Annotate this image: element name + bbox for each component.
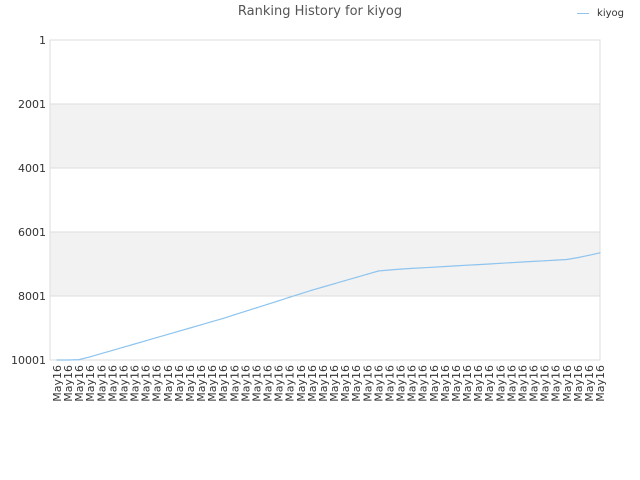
data-point — [189, 327, 191, 329]
data-point — [255, 307, 258, 309]
data-point — [222, 317, 224, 319]
data-point — [78, 359, 80, 361]
data-point — [444, 265, 446, 268]
data-point — [156, 336, 158, 339]
data-point — [532, 260, 535, 263]
data-point — [133, 343, 136, 345]
data-point — [555, 259, 557, 261]
data-point — [488, 263, 490, 265]
data-point — [322, 286, 324, 288]
data-point — [399, 268, 402, 270]
data-point — [211, 320, 213, 323]
data-point — [477, 264, 479, 266]
y-tick-label: 10001 — [11, 354, 46, 367]
data-point — [167, 333, 169, 335]
data-point — [333, 283, 335, 285]
data-point — [122, 346, 125, 348]
data-point — [433, 266, 435, 268]
data-point — [266, 303, 269, 305]
data-point — [311, 289, 313, 291]
data-point — [411, 267, 413, 270]
data-point — [278, 300, 280, 302]
plot-border — [49, 39, 601, 361]
data-point — [499, 262, 501, 264]
data-point — [300, 293, 302, 295]
data-point — [521, 261, 524, 263]
data-point — [455, 265, 457, 267]
y-tick-label: 6001 — [18, 226, 46, 239]
data-point — [577, 256, 579, 259]
data-point — [388, 269, 391, 271]
line-chart: 1200140016001800110001May16May16May16May… — [11, 34, 607, 402]
data-point — [244, 310, 246, 312]
y-tick-label: 4001 — [18, 162, 46, 175]
data-point — [344, 280, 346, 282]
data-point — [422, 267, 424, 269]
data-point — [56, 359, 58, 361]
data-point — [599, 252, 601, 254]
data-point — [588, 254, 590, 256]
data-point — [566, 258, 568, 261]
data-point — [289, 296, 291, 298]
data-point — [145, 340, 147, 342]
x-tick-label: May16 — [594, 365, 607, 402]
data-point — [200, 324, 202, 326]
data-point — [377, 270, 379, 272]
data-point — [366, 273, 368, 275]
y-tick-label: 8001 — [18, 290, 46, 303]
data-point — [355, 276, 357, 279]
data-point — [466, 264, 468, 266]
y-tick-label: 2001 — [18, 98, 46, 111]
data-point — [67, 359, 69, 361]
grid-band — [50, 104, 600, 168]
data-point — [233, 314, 235, 316]
data-point — [89, 356, 91, 358]
data-point — [178, 330, 180, 332]
data-point — [543, 260, 546, 262]
data-point — [510, 262, 512, 264]
y-tick-label: 1 — [39, 34, 46, 47]
data-point — [100, 352, 102, 355]
data-point — [111, 349, 114, 351]
